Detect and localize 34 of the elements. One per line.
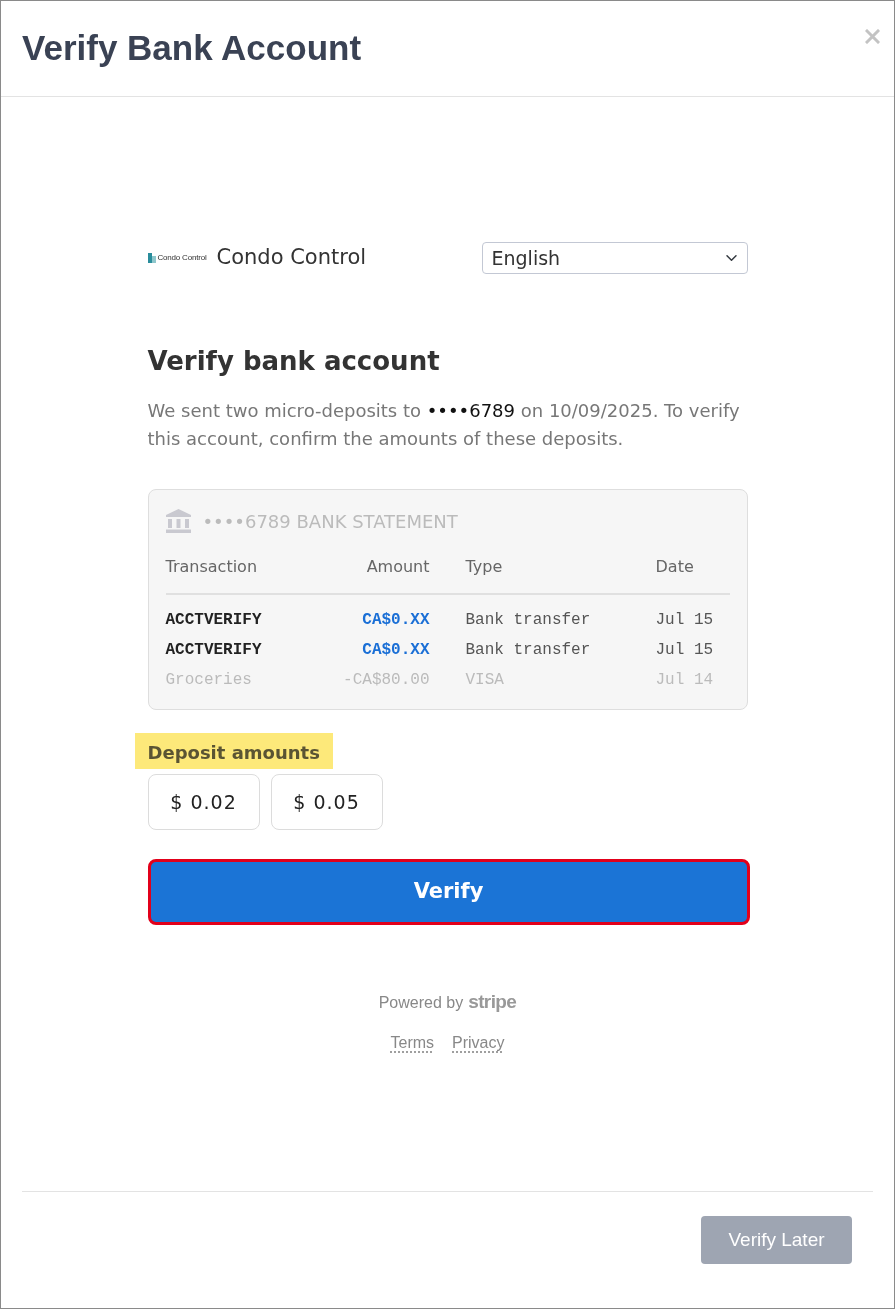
- table-cell-text: ACCTVERIFY: [165, 640, 263, 661]
- table-cell-text: ACCTVERIFY: [165, 610, 263, 631]
- table-cell-text: CA$0.XX: [361, 640, 430, 661]
- language-select[interactable]: English: [481, 242, 748, 274]
- merchant-name: Condo Control: [216, 244, 367, 272]
- amount-field[interactable]: $ 0.02: [147, 774, 260, 830]
- field-label: Deposit amounts: [134, 733, 333, 769]
- table-cell-text: Jul 15: [655, 640, 715, 661]
- bank-icon: [165, 509, 191, 533]
- amount-field[interactable]: $ 0.05: [270, 774, 383, 830]
- table-cell-text: VISA: [464, 670, 505, 691]
- description-text: We sent two micro-deposits to ••••6789 on 10/09/2025. To verify this account, confirm the amounts of these deposits.: [147, 399, 741, 451]
- table-cell-text: Groceries: [165, 670, 253, 691]
- table-cell-text: -CA$80.00: [342, 670, 430, 691]
- column-header: Transaction: [165, 542, 306, 595]
- logo-text: Condo Control: [157, 254, 207, 262]
- table-cell-text: Bank transfer: [464, 640, 592, 661]
- table-cell-text: Jul 14: [655, 670, 715, 691]
- powered-by-text: Powered by: [378, 993, 464, 1013]
- table-cell-text: Jul 15: [655, 610, 715, 631]
- modal-title: Verify Bank Account: [22, 26, 362, 69]
- table-cell-text: CA$0.XX: [361, 610, 430, 631]
- section-heading: Verify bank account: [147, 345, 441, 378]
- column-header: Date: [655, 542, 730, 595]
- column-header: Type: [429, 542, 656, 595]
- close-icon[interactable]: [865, 29, 880, 44]
- table-cell-text: Bank transfer: [464, 610, 592, 631]
- footer-link[interactable]: Terms: [390, 1030, 435, 1055]
- footer-link[interactable]: Privacy: [452, 1030, 505, 1055]
- column-header: Amount: [305, 542, 430, 595]
- brand-wordmark: stripe: [468, 990, 517, 1014]
- verify-button[interactable]: Verify: [147, 859, 750, 925]
- logo-icon: [147, 253, 156, 263]
- statement-title: ••••6789 BANK STATEMENT: [202, 509, 458, 534]
